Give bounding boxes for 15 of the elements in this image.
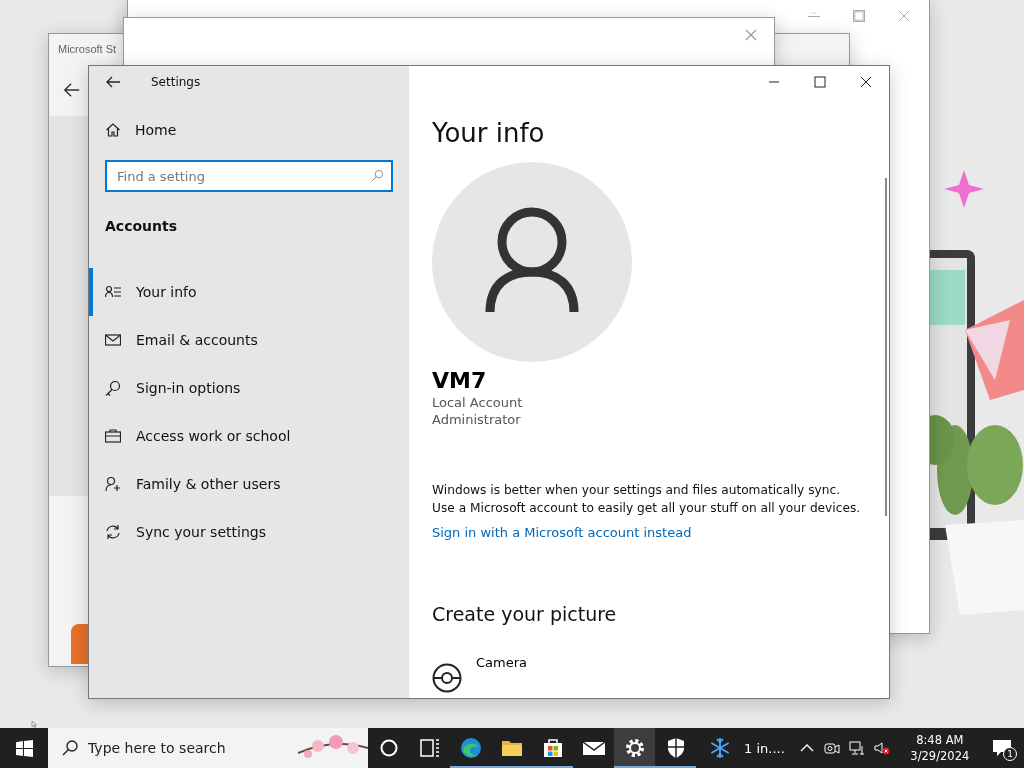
windows-icon (15, 739, 33, 757)
snowflake-icon[interactable] (708, 736, 732, 760)
weather-text[interactable]: 1 in.... (744, 740, 785, 756)
notification-count: 1 (1003, 747, 1017, 761)
task-view-icon (417, 736, 442, 760)
volume-muted-icon[interactable] (873, 740, 890, 756)
network-icon[interactable] (848, 740, 865, 756)
search-icon (62, 740, 78, 756)
taskbar-button[interactable] (614, 728, 655, 768)
camera-icon[interactable] (823, 740, 840, 756)
notification-center-button[interactable]: 1 (980, 728, 1024, 768)
browser-icon (458, 736, 483, 760)
taskbar-search-field[interactable]: Type here to search (88, 740, 268, 756)
clock-date[interactable]: 3/29/2024 (910, 748, 970, 764)
clock-time[interactable]: 8:48 AM (916, 732, 964, 748)
